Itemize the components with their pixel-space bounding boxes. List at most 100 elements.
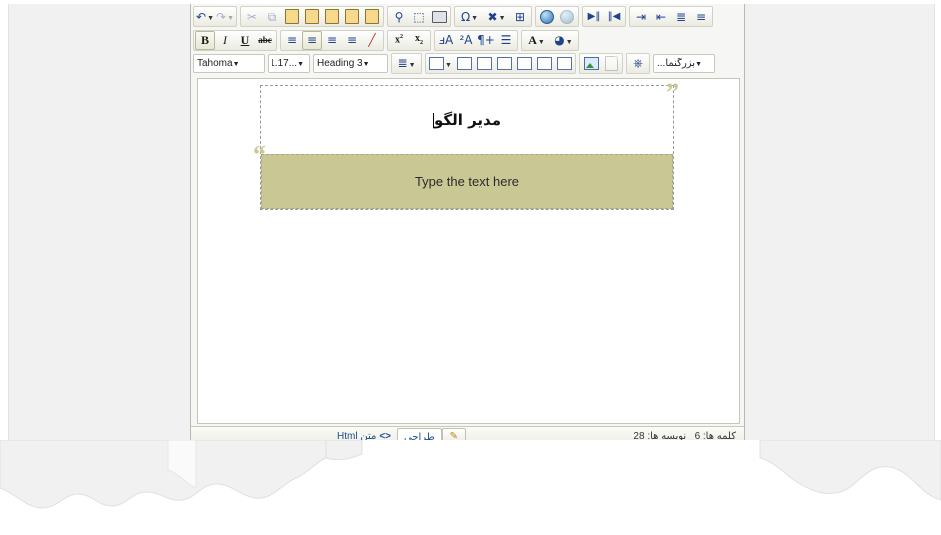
ordered-list-button[interactable]: ≣: [671, 7, 691, 26]
special-character-button[interactable]: Ω ▼: [456, 7, 483, 26]
border-width-input[interactable]: [588, 478, 627, 494]
remove-link-button[interactable]: [557, 7, 577, 26]
paragraph-style-select[interactable]: ▼ Heading 3: [313, 53, 388, 73]
chevron-down-icon: ▼: [689, 486, 695, 492]
class-name-select[interactable]: ▼ نام کلاس: [287, 478, 366, 496]
scissors-icon: ✂: [246, 9, 258, 24]
bold-icon: B: [200, 33, 209, 47]
delete-cells-button[interactable]: [494, 54, 514, 73]
bold-button[interactable]: B: [195, 30, 215, 50]
paste-word-clean-icon: [325, 9, 339, 24]
font-size-select[interactable]: ▼ ...1.17: [268, 53, 310, 73]
class-label: نام کلاس: [369, 481, 408, 493]
subscript-button[interactable]: x2: [409, 31, 429, 50]
chevron-down-icon: ▼: [297, 60, 304, 68]
paste-icon: [285, 9, 299, 24]
height-label: ارتفاع: [738, 481, 763, 493]
remove-format-icon: ╱: [368, 33, 376, 47]
italic-icon: I: [223, 33, 227, 47]
insert-link-button[interactable]: [537, 7, 557, 26]
undo-button[interactable]: ↶ ▼: [195, 7, 215, 26]
paste-special-button[interactable]: [362, 7, 382, 26]
font-color-button[interactable]: A ▼: [523, 31, 550, 50]
lowercase-button[interactable]: ⅎA: [436, 31, 456, 50]
width-stepper[interactable]: ▲ ▼: [687, 455, 698, 473]
paste-from-word-clean-button[interactable]: [322, 7, 342, 26]
underline-button[interactable]: U: [235, 31, 255, 50]
line-spacing-button[interactable]: ☰: [496, 31, 516, 50]
insert-snippet-button[interactable]: ⊞: [510, 7, 530, 26]
document-canvas[interactable]: ” مدیر الگو “ Type the text here: [197, 78, 740, 424]
merge-cells-right-button[interactable]: [534, 54, 554, 73]
insert-media-button[interactable]: ✖ ▼: [483, 7, 510, 26]
align-label: تراز: [578, 458, 595, 470]
indent-decrease-icon: ⇤: [655, 9, 667, 24]
show-paragraph-marks-button[interactable]: ¶+: [476, 31, 496, 50]
cell-properties-button[interactable]: مشخصات سلول ✎: [449, 455, 541, 473]
paste-from-word-button[interactable]: [302, 7, 322, 26]
insert-image-button[interactable]: [581, 54, 601, 73]
align-center-icon: ≡: [306, 33, 318, 47]
insert-column-button[interactable]: [474, 54, 494, 73]
table-cell-body[interactable]: Type the text here: [261, 154, 673, 209]
rtl-direction-button[interactable]: ‖◀: [604, 7, 624, 26]
edit-mode-button[interactable]: ✎: [441, 427, 466, 446]
height-stepper[interactable]: ▲ ▼: [686, 478, 697, 496]
cut-button[interactable]: ✂: [242, 7, 262, 26]
tab-design[interactable]: طراحی: [397, 428, 442, 445]
highlight-color-button[interactable]: ◕ ▼: [550, 31, 577, 50]
superscript-button[interactable]: x2: [389, 31, 409, 50]
uppercase-button[interactable]: ²A: [456, 31, 476, 50]
split-cell-button[interactable]: [554, 54, 574, 73]
italic-button[interactable]: I: [215, 31, 235, 50]
table-insert-column-icon: [476, 56, 492, 70]
toolbar-group-alignment: ≡ ≡ ≡ ≡ ╱: [280, 29, 384, 51]
template-select[interactable]: ▼ بزرگنما...: [653, 53, 715, 73]
tab-html[interactable]: <> متن Html: [331, 428, 397, 445]
copy-button[interactable]: ⧉: [262, 7, 282, 26]
table-cell-heading[interactable]: ” مدیر الگو “: [253, 80, 679, 168]
height-input[interactable]: [696, 478, 735, 494]
unordered-list-button[interactable]: ≡: [691, 7, 711, 26]
indent-button[interactable]: ⇥: [631, 7, 651, 26]
document-heading: مدیر الگو: [432, 111, 502, 129]
no-wrap-checkbox[interactable]: [411, 481, 423, 493]
align-justify-button[interactable]: ≡: [342, 31, 362, 50]
paste-button[interactable]: [282, 7, 302, 26]
select-all-button[interactable]: ⬚: [409, 7, 429, 26]
print-button[interactable]: [429, 7, 449, 26]
font-size-value: ...1.17: [272, 57, 298, 69]
find-replace-button[interactable]: ⚲: [389, 7, 409, 26]
insert-row-button[interactable]: [454, 54, 474, 73]
heading-text: مدیر الگو: [433, 111, 502, 129]
border-color-swatch: [603, 457, 619, 471]
redo-button[interactable]: ↷ ▼: [215, 7, 235, 26]
align-button[interactable]: ▼ ✖: [544, 455, 575, 473]
strikethrough-button[interactable]: abc: [255, 31, 275, 50]
chars-value: 28: [633, 430, 645, 442]
list-style-button[interactable]: ≣ ▼: [393, 54, 420, 73]
chevron-down-icon: ▼: [354, 485, 362, 493]
template-manager-button[interactable]: ⎈: [628, 54, 648, 73]
select-all-icon: ⬚: [413, 9, 425, 24]
font-family-select[interactable]: ▼ Tahoma: [193, 53, 265, 73]
width-input[interactable]: [697, 455, 736, 471]
align-left-button[interactable]: ≡: [282, 31, 302, 50]
align-right-button[interactable]: ≡: [322, 31, 342, 50]
insert-table-button[interactable]: ▼: [427, 54, 454, 73]
toolbar-group-template: ⎈: [626, 52, 650, 74]
border-color-button[interactable]: ▼: [598, 455, 635, 473]
outdent-button[interactable]: ⇤: [651, 7, 671, 26]
paste-as-text-button[interactable]: [342, 7, 362, 26]
chevron-down-icon: ▼: [207, 15, 214, 22]
ltr-direction-button[interactable]: ▶‖: [584, 7, 604, 26]
border-width-stepper[interactable]: ▲ ▼: [578, 478, 589, 496]
toolbar-group-case-para: ⅎA ²A ¶+ ☰: [434, 29, 518, 51]
document-table[interactable]: ” مدیر الگو “ Type the text here: [253, 80, 679, 210]
align-center-button[interactable]: ≡: [302, 30, 322, 50]
bg-color-button[interactable]: ▼: [493, 478, 530, 496]
insert-document-button[interactable]: [601, 54, 621, 73]
merge-cells-left-button[interactable]: [514, 54, 534, 73]
remove-format-button[interactable]: ╱: [362, 31, 382, 50]
toolbar-group-history: ↶ ▼ ↷ ▼: [193, 6, 237, 27]
